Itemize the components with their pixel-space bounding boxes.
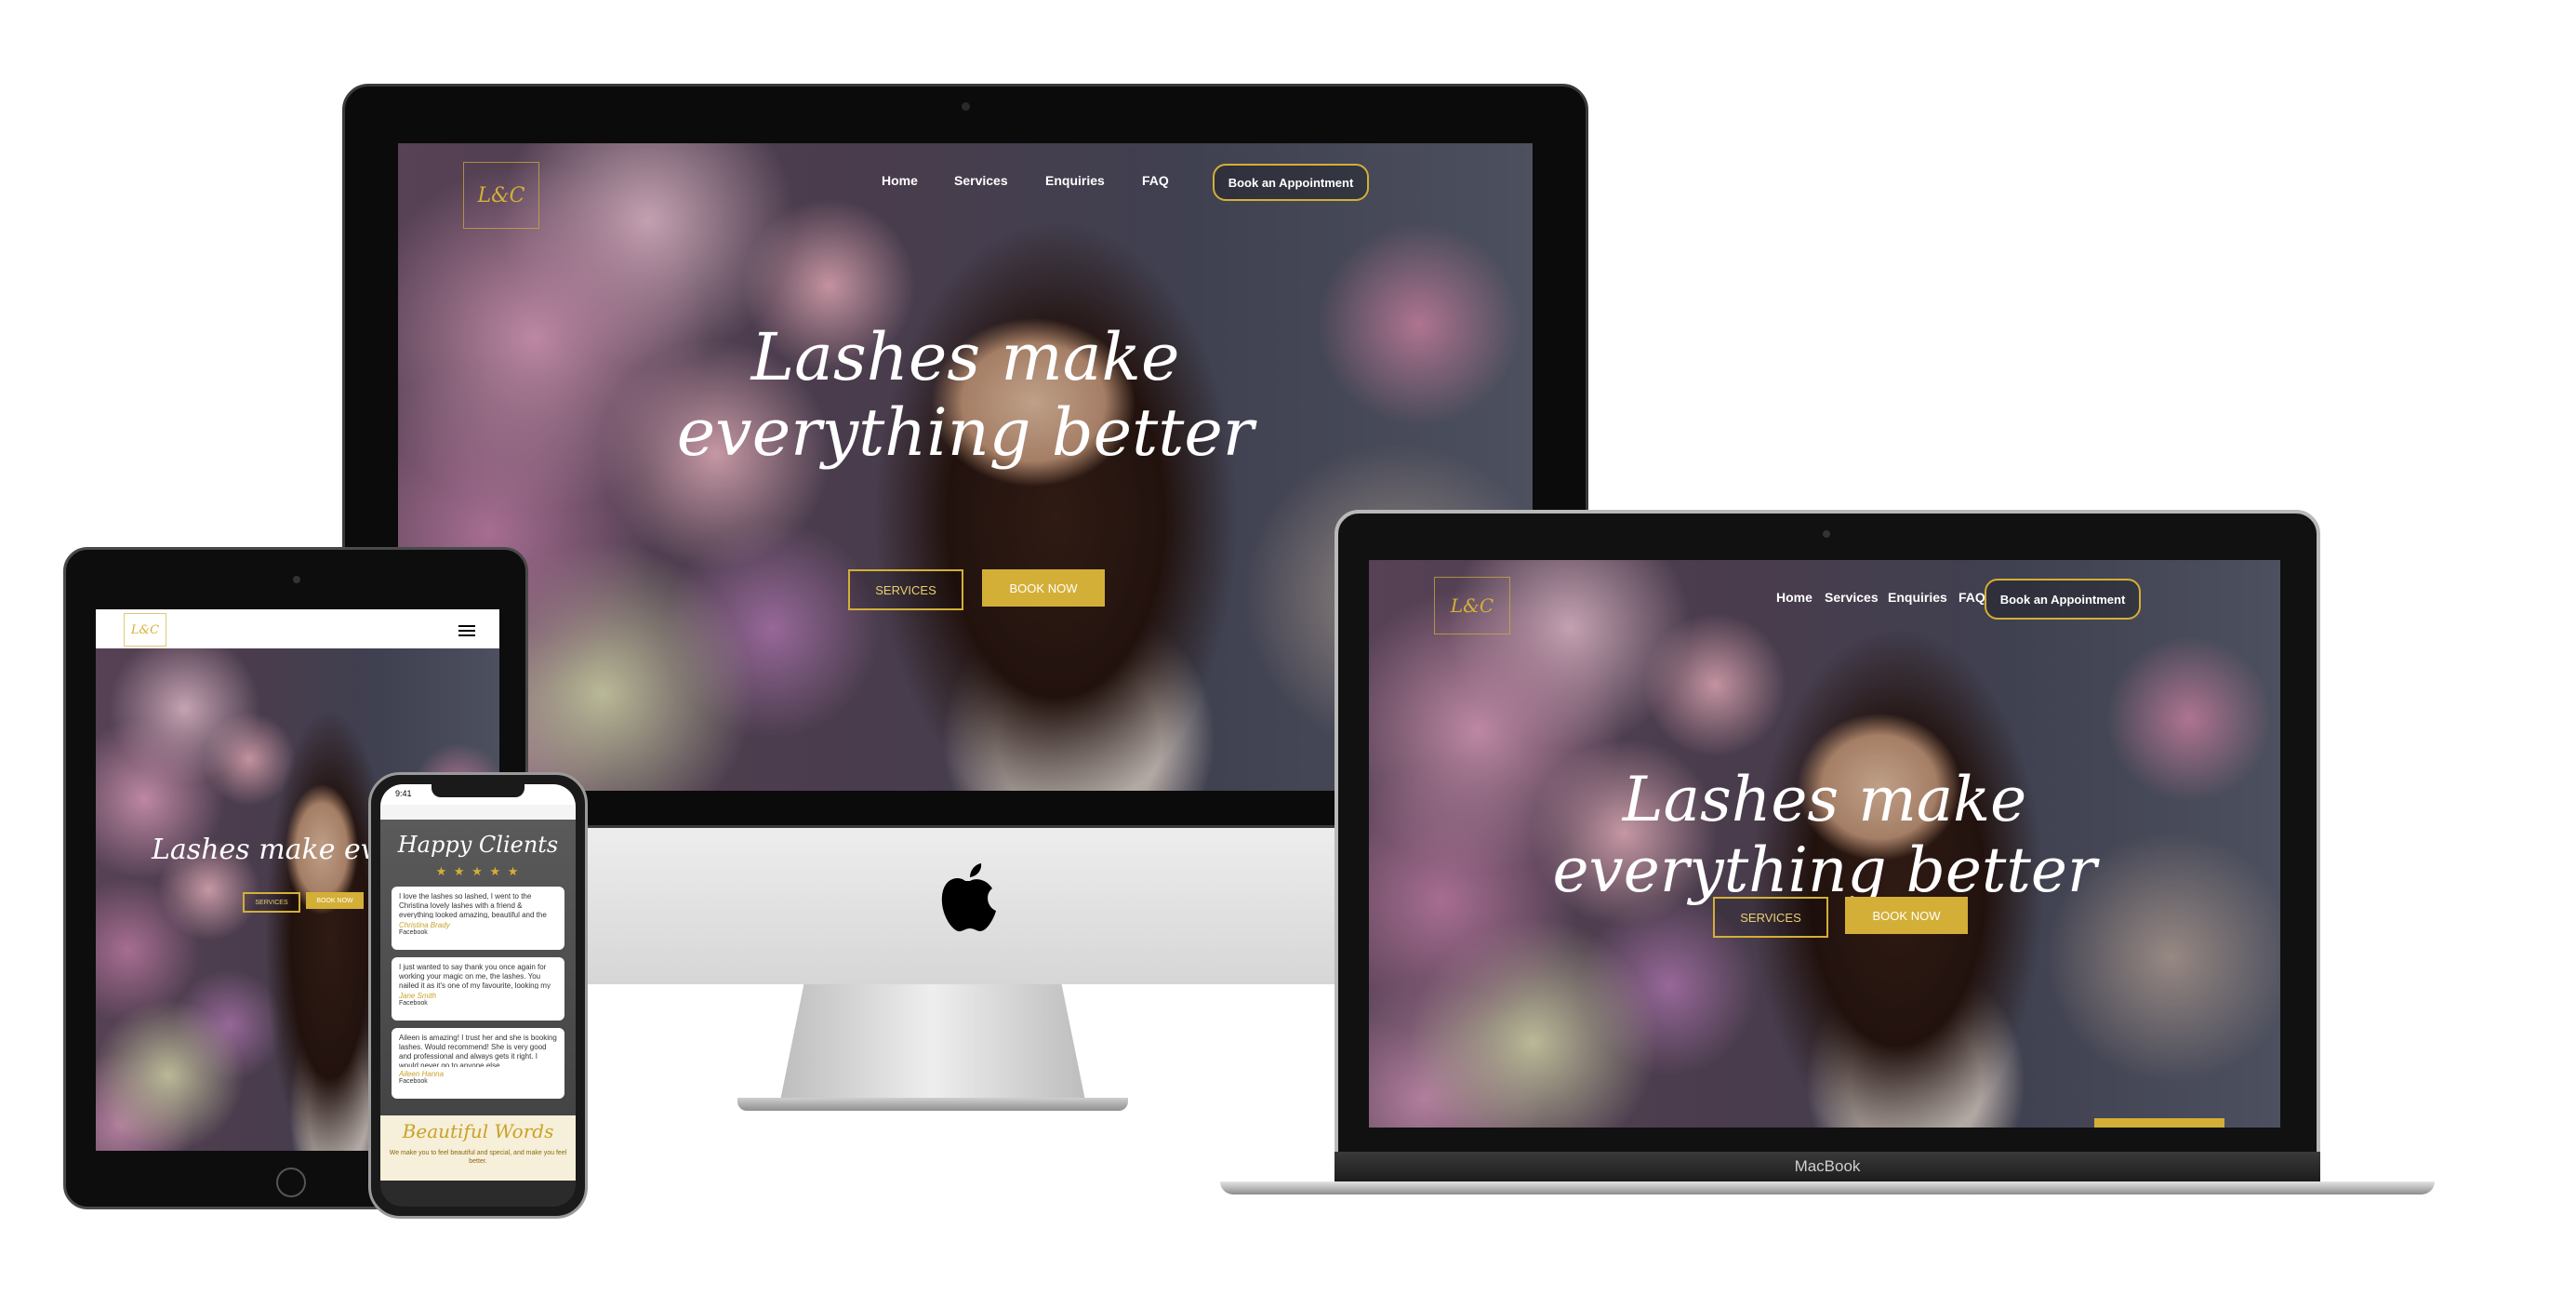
footer-band: Beautiful Words We make you to feel beau… — [380, 1115, 576, 1181]
logo-text: L&C — [130, 622, 160, 637]
section-title: Happy Clients — [397, 832, 559, 858]
main-nav: Home Services Enquiries FAQ — [882, 173, 1169, 192]
status-time: 9:41 — [395, 789, 412, 798]
book-now-button[interactable]: BOOK NOW — [982, 569, 1105, 607]
services-button[interactable]: SERVICES — [1713, 897, 1828, 938]
apple-logo-icon — [933, 861, 998, 935]
hero-headline: Lashes make everything better — [1552, 764, 2097, 906]
testimonial-card: I just wanted to say thank you once agai… — [392, 957, 564, 1021]
book-appointment-button[interactable]: Book an Appointment — [1213, 164, 1369, 201]
camera-icon — [293, 576, 300, 583]
logo-text: L&C — [477, 183, 525, 207]
camera-icon — [962, 102, 970, 111]
testimonial-author: Jane Smith — [399, 992, 437, 1000]
book-now-button[interactable]: BOOK NOW — [1845, 897, 1968, 934]
iphone-device: 9:41 Happy Clients ★ ★ ★ ★ ★ I love the … — [368, 772, 588, 1219]
hero-headline: Lashes make everything better — [676, 319, 1255, 471]
testimonial-text: I love the lashes so lashed, I went to t… — [399, 892, 547, 918]
testimonials-section: Happy Clients ★ ★ ★ ★ ★ I love the lashe… — [380, 820, 576, 1181]
home-button-icon[interactable] — [276, 1168, 306, 1197]
testimonial-source: Facebook — [399, 1078, 428, 1085]
nav-faq[interactable]: FAQ — [1959, 590, 1985, 605]
macbook-base — [1220, 1181, 2435, 1195]
footer-text: We make you to feel beautiful and specia… — [389, 1150, 567, 1166]
status-bar: 9:41 — [380, 784, 576, 805]
site-logo[interactable]: L&C — [1434, 577, 1510, 634]
imac-stand-base — [737, 1098, 1128, 1111]
imac-stand — [779, 984, 1086, 1105]
testimonial-author: Christina Brady — [399, 921, 450, 929]
macbook-device: L&C Home Services Enquiries FAQ Book an … — [1220, 510, 2435, 1198]
nav-enquiries[interactable]: Enquiries — [1045, 173, 1105, 188]
iphone-screen: 9:41 Happy Clients ★ ★ ★ ★ ★ I love the … — [380, 784, 576, 1207]
notch — [432, 784, 524, 797]
nav-home[interactable]: Home — [882, 173, 918, 188]
testimonial-text: Aileen is amazing! I trust her and she i… — [399, 1034, 557, 1067]
star-icon: ★ ★ ★ ★ ★ — [435, 864, 521, 878]
testimonial-source: Facebook — [399, 929, 428, 936]
testimonial-card: Aileen is amazing! I trust her and she i… — [392, 1028, 564, 1099]
services-button[interactable]: SERVICES — [848, 569, 963, 610]
nav-services[interactable]: Services — [1825, 590, 1879, 605]
footer-script: Beautiful Words — [402, 1120, 554, 1142]
address-bar — [380, 805, 576, 821]
main-nav: Home Services Enquiries FAQ — [1776, 590, 1985, 608]
scroll-to-top-tab[interactable] — [2094, 1118, 2224, 1128]
services-button[interactable]: SERVICES — [243, 892, 300, 913]
logo-text: L&C — [1450, 594, 1494, 617]
hamburger-icon[interactable] — [458, 624, 475, 636]
nav-home[interactable]: Home — [1776, 590, 1812, 605]
testimonial-text: I just wanted to say thank you once agai… — [399, 963, 551, 989]
book-now-button[interactable]: BOOK NOW — [306, 892, 364, 909]
nav-enquiries[interactable]: Enquiries — [1888, 590, 1947, 605]
testimonial-card: I love the lashes so lashed, I went to t… — [392, 887, 564, 950]
testimonial-author: Aileen Hanna — [399, 1070, 445, 1078]
book-appointment-button[interactable]: Book an Appointment — [1985, 579, 2141, 620]
macbook-screen: L&C Home Services Enquiries FAQ Book an … — [1369, 560, 2280, 1128]
ipad-header: L&C — [96, 609, 499, 649]
camera-icon — [1823, 530, 1830, 538]
site-logo[interactable]: L&C — [124, 613, 166, 647]
site-logo[interactable]: L&C — [463, 162, 539, 229]
nav-services[interactable]: Services — [954, 173, 1008, 188]
nav-faq[interactable]: FAQ — [1142, 173, 1169, 188]
testimonial-source: Facebook — [399, 1000, 428, 1007]
macbook-label: MacBook — [1794, 1157, 1861, 1175]
